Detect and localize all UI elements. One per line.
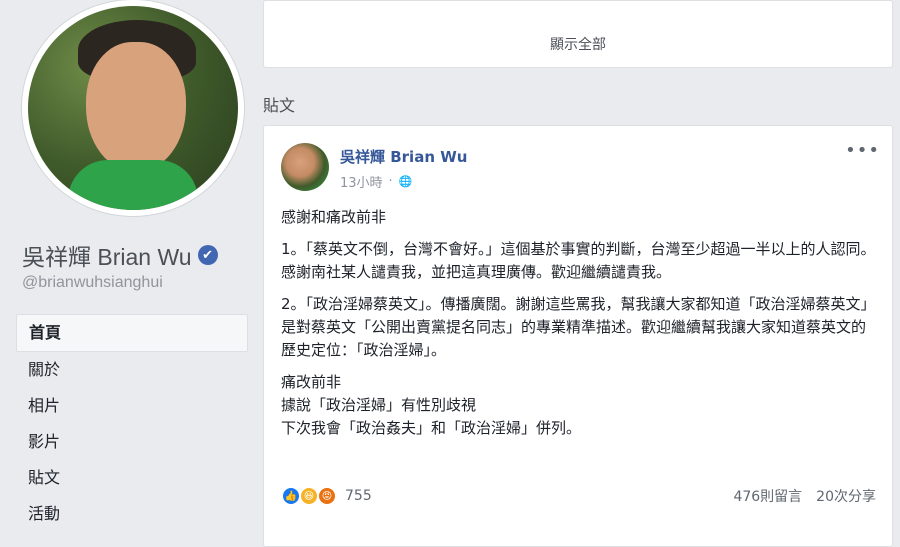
nav-item-events[interactable]: 活動 (16, 496, 248, 532)
post-time-separator: · (388, 174, 393, 189)
reactions-summary[interactable]: 👍 😆 😡 755 (281, 486, 372, 506)
post-paragraph: 痛改前非 據說「政治淫婦」有性別歧視 下次我會「政治姦夫」和「政治淫婦」併列。 (281, 373, 582, 437)
comments-count-link[interactable]: 476則留言 (733, 486, 802, 506)
post-timestamp: 13小時 · 🌐 (340, 172, 412, 191)
section-title: 貼文 (263, 96, 296, 115)
nav-item-home[interactable]: 首頁 (16, 314, 248, 352)
like-reaction-icon: 👍 (281, 486, 301, 506)
haha-reaction-icon: 😆 (299, 486, 319, 506)
post-paragraph: 1。「蔡英文不倒，台灣不會好。」這個基於事實的判斷，台灣至少超過一半以上的人認同… (281, 240, 876, 281)
nav-item-videos[interactable]: 影片 (16, 424, 248, 460)
verified-badge-icon: ✔ (197, 245, 218, 265)
profile-name-text: 吳祥輝 Brian Wu (22, 244, 192, 270)
show-all-link[interactable]: 顯示全部 (264, 34, 892, 54)
engagement-counts: 476則留言 20次分享 (733, 486, 876, 506)
angry-reaction-icon: 😡 (317, 486, 337, 506)
nav-item-posts[interactable]: 貼文 (16, 460, 248, 496)
profile-nav: 首頁 關於 相片 影片 貼文 活動 (16, 314, 248, 532)
post-author-name[interactable]: 吳祥輝 Brian Wu (340, 146, 467, 167)
nav-item-about[interactable]: 關於 (16, 352, 248, 388)
profile-name[interactable]: 吳祥輝 Brian Wu ✔ (22, 238, 218, 272)
more-options-icon[interactable]: ••• (845, 140, 880, 161)
post-paragraph: 2。「政治淫婦蔡英文」。傳播廣闊。謝謝這些罵我，幫我讓大家都知道「政治淫婦蔡英文… (281, 295, 876, 359)
post-card: 吳祥輝 Brian Wu 13小時 · 🌐 ••• 感謝和痛改前非 1。「蔡英文… (263, 125, 893, 547)
profile-photo-image (28, 6, 238, 210)
reactions-count: 755 (345, 488, 372, 504)
nav-item-photos[interactable]: 相片 (16, 388, 248, 424)
globe-icon: 🌐 (398, 175, 413, 188)
profile-handle: @brianwuhsianghui (22, 274, 163, 291)
post-time-text[interactable]: 13小時 (340, 172, 383, 191)
post-body: 感謝和痛改前非 1。「蔡英文不倒，台灣不會好。」這個基於事實的判斷，台灣至少超過… (281, 206, 876, 449)
profile-photo[interactable] (22, 0, 244, 216)
shares-count-link[interactable]: 20次分享 (816, 486, 876, 506)
post-author-avatar[interactable] (281, 143, 329, 191)
post-paragraph: 感謝和痛改前非 (281, 208, 387, 226)
top-card: 顯示全部 (263, 0, 893, 68)
